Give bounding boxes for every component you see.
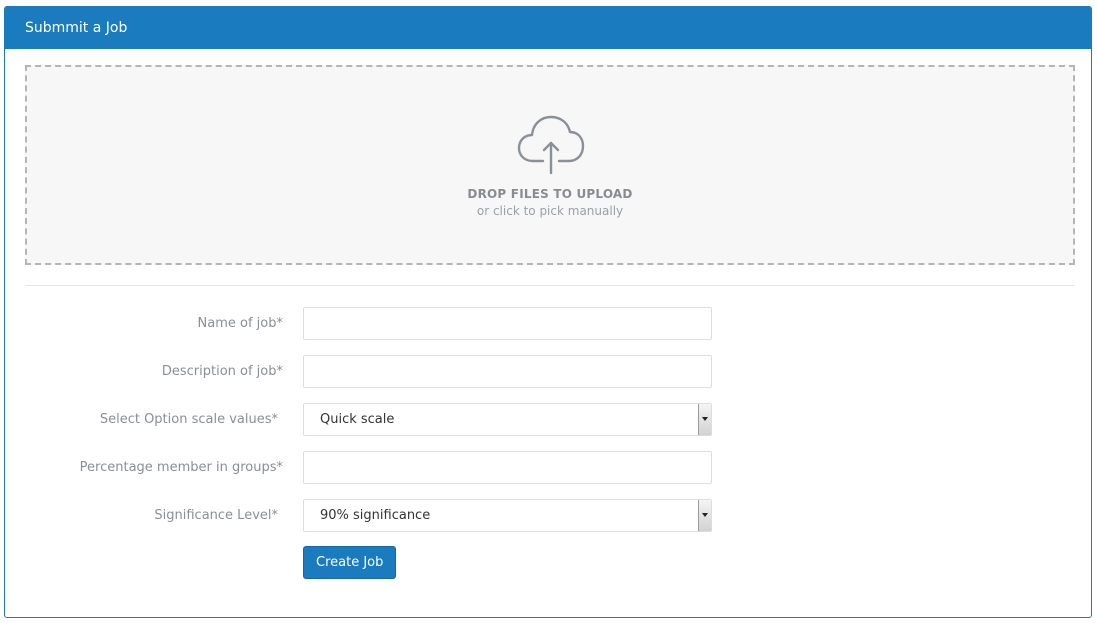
form-row-name: Name of job* bbox=[5, 307, 1091, 340]
form-row-percentage: Percentage member in groups* bbox=[5, 451, 1091, 484]
cloud-upload-icon bbox=[517, 115, 585, 175]
form-row-description: Description of job* bbox=[5, 355, 1091, 388]
chevron-down-icon[interactable] bbox=[698, 404, 711, 435]
form-row-scale: Select Option scale values* Quick scale bbox=[5, 403, 1091, 436]
job-name-input[interactable] bbox=[303, 307, 712, 340]
create-job-button[interactable]: Create Job bbox=[303, 546, 397, 579]
file-dropzone[interactable]: DROP FILES TO UPLOAD or click to pick ma… bbox=[25, 65, 1075, 265]
significance-label: Significance Level* bbox=[154, 508, 278, 523]
scale-values-select[interactable]: Quick scale bbox=[303, 403, 712, 436]
significance-selected: 90% significance bbox=[320, 508, 431, 523]
percentage-input[interactable] bbox=[303, 451, 712, 484]
scale-values-selected: Quick scale bbox=[320, 412, 395, 427]
dropzone-title: DROP FILES TO UPLOAD bbox=[467, 187, 633, 201]
submit-job-panel: Submmit a Job DROP FILES TO UPLOAD or cl… bbox=[4, 6, 1092, 618]
percentage-label: Percentage member in groups* bbox=[79, 460, 283, 475]
job-name-label: Name of job* bbox=[197, 316, 283, 331]
form-divider bbox=[25, 285, 1075, 286]
chevron-down-icon[interactable] bbox=[698, 500, 711, 531]
scale-values-label: Select Option scale values* bbox=[99, 412, 278, 427]
job-description-input[interactable] bbox=[303, 355, 712, 388]
panel-title: Submmit a Job bbox=[5, 7, 1091, 49]
significance-select[interactable]: 90% significance bbox=[303, 499, 712, 532]
job-description-label: Description of job* bbox=[161, 364, 283, 379]
dropzone-subtitle: or click to pick manually bbox=[476, 204, 624, 218]
form-row-significance: Significance Level* 90% significance bbox=[5, 499, 1091, 532]
